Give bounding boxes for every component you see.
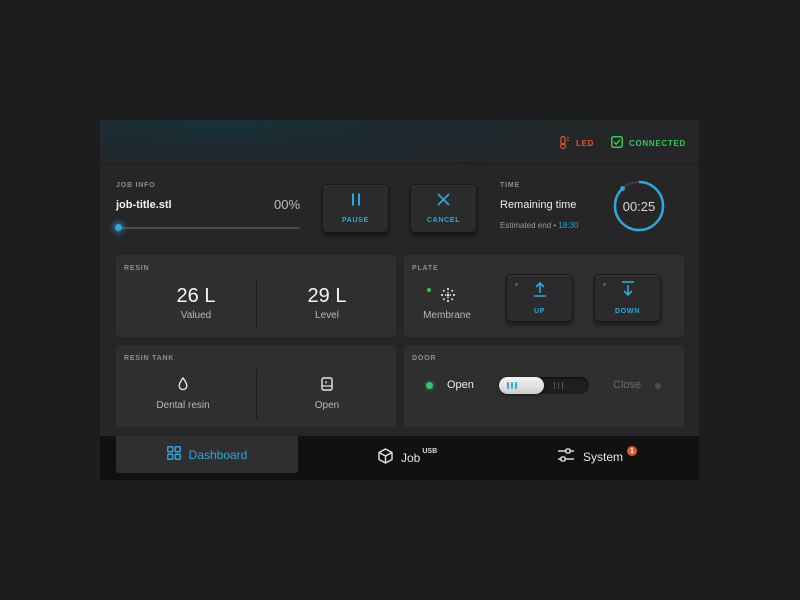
led-label: LED xyxy=(576,139,595,148)
knob-grip xyxy=(511,382,513,389)
pause-button[interactable]: PAUSE xyxy=(322,184,389,233)
toggle-knob[interactable] xyxy=(499,377,544,394)
resin-type-label: Dental resin xyxy=(156,400,210,411)
cancel-button[interactable]: CANCEL xyxy=(410,184,477,233)
membrane-icon xyxy=(440,287,456,308)
resin-label: RESIN xyxy=(124,265,150,272)
tab-system-label: System xyxy=(583,449,624,464)
thermometer-icon xyxy=(559,135,570,151)
estimated-end-label: Estimated end • xyxy=(500,221,557,230)
door-close-label[interactable]: Close xyxy=(613,379,641,391)
tab-dashboard[interactable]: Dashboard xyxy=(116,436,298,473)
job-info-label: JOB INFO xyxy=(116,182,156,189)
pause-label: PAUSE xyxy=(341,217,370,224)
resin-card: RESIN 26 L Valued 29 L Level xyxy=(116,255,396,337)
arrow-up-icon xyxy=(533,281,547,302)
tank-icon xyxy=(321,377,333,396)
plate-up-button[interactable]: UP xyxy=(506,274,573,322)
remaining-time-label: Remaining time xyxy=(500,199,577,211)
plate-down-button[interactable]: DOWN xyxy=(594,274,661,322)
pause-icon xyxy=(350,193,362,211)
door-toggle[interactable] xyxy=(499,377,589,394)
resin-tank-card: RESIN TANK Dental resin Open xyxy=(116,345,396,427)
resin-level-value: 29 L xyxy=(307,285,347,307)
tab-job-label: Job xyxy=(401,450,421,465)
toggle-groove xyxy=(554,382,555,389)
toggle-groove xyxy=(558,382,559,389)
tank-state-label: Open xyxy=(314,400,340,411)
cube-icon xyxy=(378,448,393,467)
droplet-icon xyxy=(178,376,188,396)
close-icon xyxy=(437,193,450,211)
checkbox-checked-icon xyxy=(611,136,623,150)
printer-dashboard: LED CONNECTED JOB INFO job-title.stl 00%… xyxy=(100,120,699,480)
sliders-icon xyxy=(557,448,575,465)
door-open-dot xyxy=(426,382,433,389)
time-label: TIME xyxy=(500,182,520,189)
door-open-label[interactable]: Open xyxy=(447,379,474,391)
grid-icon xyxy=(166,446,181,463)
bottom-nav: Dashboard Job USB System 1 xyxy=(100,436,699,480)
job-title: job-title.stl xyxy=(116,199,172,211)
status-bar: LED CONNECTED xyxy=(100,120,699,164)
estimated-end-value: 18:30 xyxy=(558,221,579,230)
notification-badge: 1 xyxy=(627,446,637,456)
up-label: UP xyxy=(533,308,546,315)
usb-label: USB xyxy=(422,448,438,455)
plate-label: PLATE xyxy=(412,265,439,272)
connection-status: CONNECTED xyxy=(611,136,686,150)
toggle-groove xyxy=(562,382,563,389)
down-label: DOWN xyxy=(615,308,640,315)
door-card: DOOR Open Close xyxy=(404,345,684,427)
status-led xyxy=(603,283,606,286)
cancel-label: CANCEL xyxy=(426,217,461,224)
tab-dashboard-label: Dashboard xyxy=(188,447,248,462)
estimated-end: Estimated end • 18:30 xyxy=(500,221,578,230)
door-label: DOOR xyxy=(412,355,437,362)
job-progress-percent: 00% xyxy=(274,197,301,212)
arrow-down-icon xyxy=(621,281,635,302)
tab-job[interactable]: Job USB xyxy=(378,448,437,467)
resin-valued-value: 26 L xyxy=(176,285,216,307)
connected-label: CONNECTED xyxy=(629,138,686,148)
divider xyxy=(256,279,257,329)
job-progress-indicator xyxy=(115,224,122,231)
knob-grip xyxy=(515,382,517,389)
timer-value: 00:25 xyxy=(622,198,656,214)
led-status: LED xyxy=(559,135,595,151)
resin-level-label: Level xyxy=(315,310,339,321)
door-close-dot xyxy=(655,383,661,389)
tab-system[interactable]: System xyxy=(557,448,623,465)
resin-tank-label: RESIN TANK xyxy=(124,355,175,362)
divider xyxy=(256,369,257,419)
job-progress-bar xyxy=(117,227,300,229)
membrane-label: Membrane xyxy=(423,310,471,321)
resin-valued-label: Valued xyxy=(180,310,212,321)
membrane-status-dot xyxy=(427,288,431,292)
knob-grip xyxy=(507,382,509,389)
status-led xyxy=(515,283,518,286)
